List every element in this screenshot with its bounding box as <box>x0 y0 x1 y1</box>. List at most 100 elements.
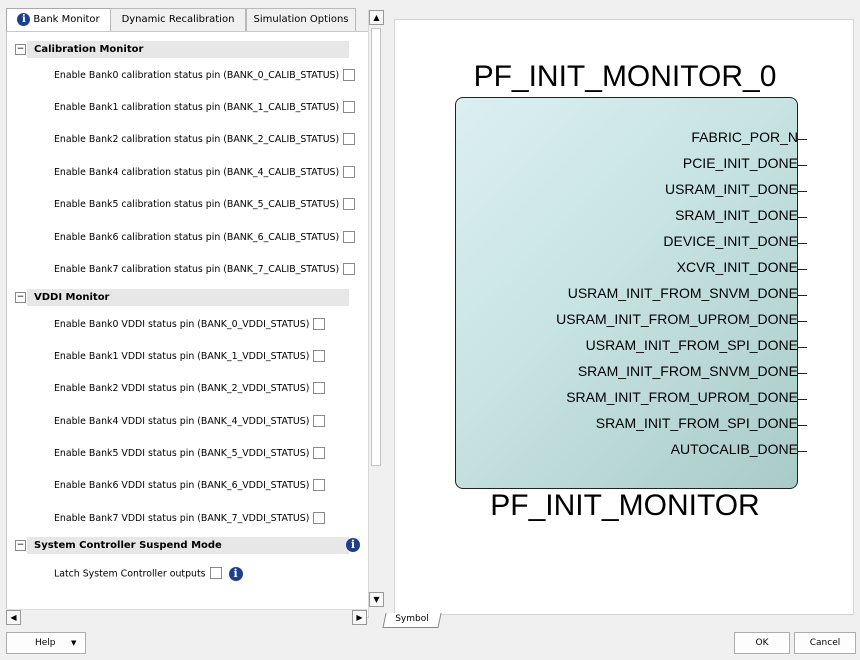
component-name: PF_INIT_MONITOR <box>490 489 760 522</box>
list-item: Enable Bank6 calibration status pin (BAN… <box>54 230 356 245</box>
pin-line <box>798 425 807 426</box>
cancel-button[interactable]: Cancel <box>794 632 856 654</box>
option-label: Enable Bank1 VDDI status pin (BANK_1_VDD… <box>54 351 310 362</box>
collapse-minus-icon[interactable]: − <box>15 44 26 55</box>
pin-label: XCVR_INIT_DONE <box>676 259 798 275</box>
pin-label: SRAM_INIT_FROM_UPROM_DONE <box>566 389 798 405</box>
pin-label: USRAM_INIT_FROM_UPROM_DONE <box>556 311 798 327</box>
info-icon[interactable]: i <box>228 567 243 581</box>
list-item: Enable Bank5 calibration status pin (BAN… <box>54 197 356 212</box>
list-item: Enable Bank2 calibration status pin (BAN… <box>54 132 356 147</box>
list-item: Enable Bank0 calibration status pin (BAN… <box>54 68 356 83</box>
option-label: Enable Bank1 calibration status pin (BAN… <box>54 102 340 113</box>
pin-label: USRAM_INIT_FROM_SPI_DONE <box>585 337 798 353</box>
pin-line <box>798 243 807 244</box>
option-label: Enable Bank4 calibration status pin (BAN… <box>54 167 340 178</box>
checkbox[interactable] <box>343 262 356 275</box>
ok-button[interactable]: OK <box>734 632 790 654</box>
checkbox[interactable] <box>209 567 222 579</box>
pin-label: USRAM_INIT_DONE <box>664 181 798 197</box>
tab-dynamic-recalibration[interactable]: Dynamic Recalibration <box>110 8 246 31</box>
list-item: Enable Bank0 VDDI status pin (BANK_0_VDD… <box>54 317 326 332</box>
list-item: Enable Bank5 VDDI status pin (BANK_5_VDD… <box>54 446 326 461</box>
list-item: Enable Bank6 VDDI status pin (BANK_6_VDD… <box>54 478 326 493</box>
pin-line <box>798 139 807 140</box>
tab-label: Bank Monitor <box>33 14 100 25</box>
section-title: VDDI Monitor <box>34 292 110 303</box>
pin-line <box>798 191 807 192</box>
dropdown-arrow-icon: ▼ <box>71 639 77 647</box>
option-label: Enable Bank5 calibration status pin (BAN… <box>54 199 340 210</box>
section-system-controller-suspend-mode[interactable]: − System Controller Suspend Mode <box>15 537 349 554</box>
checkbox[interactable] <box>313 414 326 427</box>
checkbox[interactable] <box>313 317 326 330</box>
collapse-minus-icon[interactable]: − <box>15 292 26 303</box>
list-item: Enable Bank1 VDDI status pin (BANK_1_VDD… <box>54 349 326 364</box>
section-calibration-monitor[interactable]: − Calibration Monitor <box>15 41 349 58</box>
pin-label: FABRIC_POR_N <box>691 129 798 145</box>
checkbox[interactable] <box>313 446 326 459</box>
pin-line <box>798 373 807 374</box>
pin-label: SRAM_INIT_FROM_SPI_DONE <box>595 415 798 431</box>
checkbox[interactable] <box>313 478 326 491</box>
tab-bank-monitor[interactable]: i Bank Monitor <box>6 8 111 33</box>
pin-line <box>798 347 807 348</box>
pin-label: AUTOCALIB_DONE <box>670 441 798 457</box>
checkbox[interactable] <box>343 132 356 145</box>
pin-line <box>798 321 807 322</box>
pin-line <box>798 165 807 166</box>
section-vddi-monitor[interactable]: − VDDI Monitor <box>15 289 349 306</box>
list-item: Enable Bank4 calibration status pin (BAN… <box>54 165 356 180</box>
pin-label: DEVICE_INIT_DONE <box>663 233 798 249</box>
pin-label: SRAM_INIT_DONE <box>675 207 798 223</box>
instance-name: PF_INIT_MONITOR_0 <box>473 60 777 93</box>
option-label: Enable Bank6 VDDI status pin (BANK_6_VDD… <box>54 480 310 491</box>
option-label: Enable Bank2 VDDI status pin (BANK_2_VDD… <box>54 383 310 394</box>
tab-symbol[interactable]: Symbol <box>382 613 442 628</box>
option-label: Enable Bank7 calibration status pin (BAN… <box>54 264 340 275</box>
list-item: Enable Bank4 VDDI status pin (BANK_4_VDD… <box>54 414 326 429</box>
option-label: Enable Bank2 calibration status pin (BAN… <box>54 134 340 145</box>
option-label: Enable Bank4 VDDI status pin (BANK_4_VDD… <box>54 416 310 427</box>
scroll-right-icon[interactable]: ▶ <box>352 610 367 625</box>
collapse-minus-icon[interactable]: − <box>15 540 26 551</box>
tab-label: Simulation Options <box>253 14 349 25</box>
checkbox[interactable] <box>343 100 356 113</box>
option-label: Enable Bank7 VDDI status pin (BANK_7_VDD… <box>54 513 310 524</box>
help-button[interactable]: Help ▼ <box>6 632 86 654</box>
checkbox[interactable] <box>313 511 326 524</box>
checkbox[interactable] <box>343 165 356 178</box>
pin-line <box>798 451 807 452</box>
scroll-down-icon[interactable]: ▼ <box>369 592 384 607</box>
list-item: Enable Bank7 calibration status pin (BAN… <box>54 262 356 277</box>
list-item: Latch System Controller outputs i <box>54 567 243 582</box>
tab-label: Dynamic Recalibration <box>121 14 235 25</box>
option-label: Enable Bank0 calibration status pin (BAN… <box>54 70 340 81</box>
scroll-thumb[interactable] <box>371 28 381 466</box>
pin-line <box>798 269 807 270</box>
horizontal-scrollbar[interactable]: ◀ ▶ <box>6 609 367 625</box>
help-label: Help <box>35 638 56 648</box>
configuration-panel: − Calibration Monitor Enable Bank0 calib… <box>6 31 369 618</box>
pin-label: PCIE_INIT_DONE <box>682 155 798 171</box>
section-title: Calibration Monitor <box>34 44 144 55</box>
info-icon: i <box>17 12 31 26</box>
checkbox[interactable] <box>343 230 356 243</box>
list-item: Enable Bank7 VDDI status pin (BANK_7_VDD… <box>54 511 326 526</box>
option-label: Enable Bank0 VDDI status pin (BANK_0_VDD… <box>54 319 310 330</box>
tab-simulation-options[interactable]: Simulation Options <box>246 8 356 31</box>
checkbox[interactable] <box>313 349 326 362</box>
list-item: Enable Bank2 VDDI status pin (BANK_2_VDD… <box>54 381 326 396</box>
pin-line <box>798 217 807 218</box>
pin-line <box>798 295 807 296</box>
info-icon[interactable]: i <box>346 538 360 552</box>
option-label: Enable Bank5 VDDI status pin (BANK_5_VDD… <box>54 448 310 459</box>
checkbox[interactable] <box>343 197 356 210</box>
section-title: System Controller Suspend Mode <box>34 540 222 551</box>
vertical-scrollbar[interactable]: ▲ ▼ <box>368 10 384 616</box>
pin-line <box>798 399 807 400</box>
checkbox[interactable] <box>313 381 326 394</box>
scroll-up-icon[interactable]: ▲ <box>369 10 384 25</box>
checkbox[interactable] <box>343 68 356 81</box>
scroll-left-icon[interactable]: ◀ <box>6 610 21 625</box>
